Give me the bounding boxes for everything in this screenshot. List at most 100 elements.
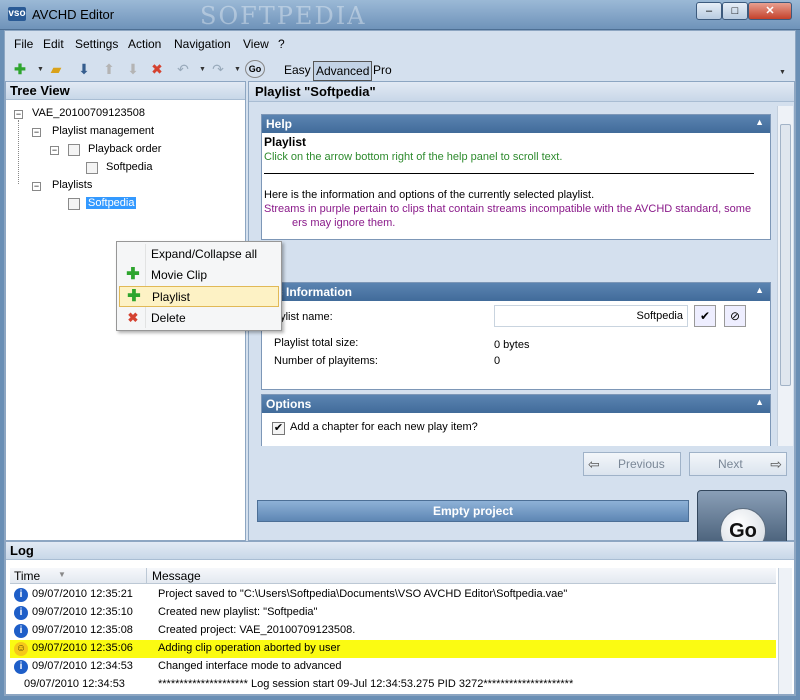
go-small-button[interactable]: Go — [245, 60, 265, 78]
add-chapter-checkbox[interactable]: ✔ — [272, 422, 285, 435]
details-scrollbar[interactable] — [777, 106, 793, 446]
cancel-icon[interactable]: ⊘ — [724, 305, 746, 327]
log-message: ********************* Log session start … — [158, 678, 574, 690]
undo-dropdown-icon[interactable]: ▼ — [199, 66, 206, 73]
save-icon[interactable]: ⬇ — [75, 60, 93, 78]
add-dropdown-icon[interactable]: ▼ — [37, 66, 44, 73]
log-row[interactable]: i 09/07/2010 12:35:21 Project saved to "… — [10, 586, 776, 604]
basic-info-section: sic Information ▲ aylist name: Softpedia… — [261, 282, 771, 390]
scrollbar-thumb[interactable] — [780, 124, 791, 386]
menu-edit[interactable]: Edit — [43, 37, 64, 51]
playitems-count-label: Number of playitems: — [274, 355, 378, 367]
help-heading: Playlist — [264, 135, 307, 149]
collapse-icon[interactable]: − — [14, 110, 23, 119]
maximize-button[interactable]: □ — [722, 2, 748, 20]
collapse-icon[interactable]: − — [32, 128, 41, 137]
add-icon[interactable]: ✚ — [11, 60, 29, 78]
options-header[interactable]: Options ▲ — [262, 395, 770, 413]
menu-item-expand-collapse[interactable]: Expand/Collapse all — [119, 244, 279, 265]
collapse-icon[interactable]: − — [50, 146, 59, 155]
tree-node-selected-playlist[interactable]: Softpedia — [86, 197, 137, 209]
previous-button[interactable]: ⇦ Previous — [583, 452, 681, 476]
delete-icon: ✖ — [127, 310, 139, 325]
column-message[interactable]: Message — [152, 569, 201, 583]
delete-icon[interactable]: ✖ — [148, 60, 166, 78]
collapse-icon[interactable]: − — [32, 182, 41, 191]
add-chapter-label: Add a chapter for each new play item? — [290, 421, 478, 433]
help-purple-text-2: ers may ignore them. — [292, 217, 396, 229]
menu-item-playlist[interactable]: ✚ Playlist — [119, 286, 279, 307]
log-row[interactable]: i 09/07/2010 12:35:08 Created project: V… — [10, 622, 776, 640]
main-panel: Playlist "Softpedia" Help ▲ Playlist Cli… — [248, 81, 795, 568]
tree-node-playback-order[interactable]: Playback order — [88, 143, 161, 155]
column-divider[interactable] — [146, 568, 147, 584]
tree-node-playback-item[interactable]: Softpedia — [106, 161, 152, 173]
log-row[interactable]: 09/07/2010 12:34:53 ********************… — [10, 676, 776, 694]
project-status-bar: Empty project — [257, 500, 689, 522]
checkbox[interactable] — [68, 144, 80, 156]
menu-file[interactable]: File — [14, 37, 33, 51]
basic-info-header[interactable]: sic Information ▲ — [262, 283, 770, 301]
menu-action[interactable]: Action — [128, 37, 161, 51]
move-down-icon[interactable]: ⬇ — [124, 60, 142, 78]
menu-navigation[interactable]: Navigation — [174, 37, 231, 51]
menu-help[interactable]: ? — [278, 37, 285, 51]
options-header-label: Options — [266, 397, 312, 411]
help-section: Help ▲ Playlist Click on the arrow botto… — [261, 114, 771, 240]
log-row-warning[interactable]: ☺ 09/07/2010 12:35:06 Adding clip operat… — [10, 640, 776, 658]
help-section-header[interactable]: Help ▲ — [262, 115, 770, 133]
watermark: SOFTPEDIA — [200, 2, 367, 30]
redo-icon[interactable]: ↷ — [209, 60, 227, 78]
mode-advanced-button[interactable]: Advanced — [313, 61, 373, 81]
confirm-check-icon[interactable]: ✔ — [694, 305, 716, 327]
redo-dropdown-icon[interactable]: ▼ — [234, 66, 241, 73]
checkbox[interactable] — [68, 198, 80, 210]
mode-easy-button[interactable]: Easy — [282, 61, 313, 81]
log-scrollbar[interactable] — [778, 568, 792, 694]
open-folder-icon[interactable]: ▰ — [47, 60, 65, 78]
log-time: 09/07/2010 12:35:10 — [32, 606, 133, 618]
mode-pro-button[interactable]: Pro — [371, 61, 394, 81]
undo-icon[interactable]: ↶ — [174, 60, 192, 78]
tree-node-playlists[interactable]: Playlists — [52, 179, 92, 191]
info-icon: i — [14, 660, 28, 674]
add-icon: ✚ — [127, 288, 141, 305]
minimize-button[interactable]: – — [696, 2, 722, 20]
checkbox[interactable] — [86, 162, 98, 174]
playlist-size-label: Playlist total size: — [274, 337, 359, 349]
tree-line — [18, 120, 19, 184]
menu-settings[interactable]: Settings — [75, 37, 118, 51]
options-section: Options ▲ ✔ Add a chapter for each new p… — [261, 394, 771, 446]
next-button[interactable]: Next ⇨ — [689, 452, 787, 476]
log-panel: Log Time ▼ Message i 09/07/2010 12:35:21… — [5, 541, 795, 695]
context-menu: Expand/Collapse all ✚ Movie Clip ✚ Playl… — [116, 241, 282, 331]
info-icon: i — [14, 606, 28, 620]
menu-item-label: Delete — [151, 311, 186, 325]
log-time: 09/07/2010 12:34:53 — [24, 678, 125, 690]
tree-view-title: Tree View — [6, 82, 245, 100]
help-header-label: Help — [266, 117, 293, 131]
collapse-up-icon[interactable]: ▲ — [755, 117, 764, 127]
move-up-icon[interactable]: ⬆ — [100, 60, 118, 78]
menu-item-label: Expand/Collapse all — [151, 247, 258, 261]
log-row[interactable]: i 09/07/2010 12:35:10 Created new playli… — [10, 604, 776, 622]
collapse-up-icon[interactable]: ▲ — [755, 285, 764, 295]
info-icon: i — [14, 624, 28, 638]
menu-view[interactable]: View — [243, 37, 269, 51]
column-time[interactable]: Time — [14, 569, 40, 583]
tree-root-node[interactable]: VAE_20100709123508 — [32, 107, 145, 119]
log-message: Project saved to "C:\Users\Softpedia\Doc… — [158, 588, 568, 600]
tree-node-playlist-management[interactable]: Playlist management — [52, 125, 154, 137]
toolbar-overflow-icon[interactable]: ▼ — [779, 69, 786, 76]
help-text: Here is the information and options of t… — [264, 189, 595, 201]
close-button[interactable]: ✕ — [748, 2, 792, 20]
playlist-name-input[interactable]: Softpedia — [494, 305, 688, 327]
window-title: AVCHD Editor — [32, 7, 115, 22]
arrow-right-icon: ⇨ — [770, 456, 782, 472]
log-row[interactable]: i 09/07/2010 12:34:53 Changed interface … — [10, 658, 776, 676]
sort-down-icon[interactable]: ▼ — [58, 570, 66, 579]
collapse-up-icon[interactable]: ▲ — [755, 397, 764, 407]
menu-item-movie-clip[interactable]: ✚ Movie Clip — [119, 265, 279, 286]
log-time: 09/07/2010 12:35:06 — [32, 642, 133, 654]
menu-item-delete[interactable]: ✖ Delete — [119, 308, 279, 329]
